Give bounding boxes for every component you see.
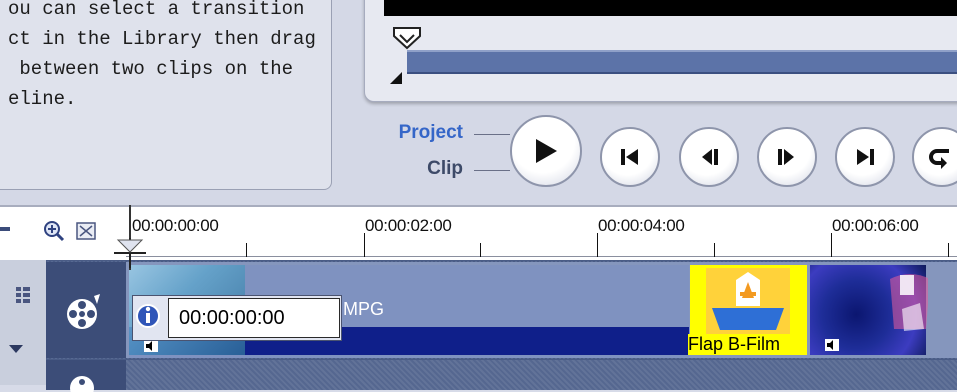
ruler-baseline [126,256,957,257]
tick-label-1: 00:00:02:00 [365,216,452,235]
help-text: ou can select a transition ct in the Lib… [8,0,316,110]
tick-minor [480,243,481,257]
project-mode-label[interactable]: Project [383,122,463,144]
audio-speaker-icon [144,340,158,352]
info-icon [136,304,160,328]
expand-arrow-icon[interactable] [8,343,24,355]
tick-label-2: 00:00:04:00 [598,216,685,235]
end-icon [857,149,874,165]
next-frame-button[interactable] [757,127,817,187]
play-icon [536,139,557,163]
tick-minor [948,243,949,257]
overlay-track[interactable] [126,360,957,390]
tick-major [597,233,598,257]
overlay-reel-icon [70,376,94,392]
overlay-track-header[interactable] [46,360,126,392]
zoom-out-icon[interactable] [0,227,10,231]
scrub-marker-icon[interactable] [392,26,422,50]
next-frame-icon [778,149,794,165]
clip-mode-line [474,170,510,171]
tick-label-3: 00:00:06:00 [832,216,919,235]
play-button[interactable] [510,115,582,187]
previous-frame-icon [702,149,718,165]
track-gap [928,265,957,358]
zoom-in-icon[interactable] [43,220,65,242]
tick-major [831,233,832,257]
home-button[interactable] [600,127,660,187]
home-icon [621,149,638,165]
tick-minor [246,243,247,257]
tick-label-0: 00:00:00:00 [132,216,219,235]
project-mode-line [474,134,510,135]
photo-audio-icon [825,339,839,351]
clip-mode-label[interactable]: Clip [383,158,463,180]
end-button[interactable] [835,127,895,187]
preview-screen [384,0,957,16]
scrubber-track[interactable] [407,50,957,74]
repeat-icon [929,149,949,169]
previous-frame-button[interactable] [679,127,739,187]
trim-marker-icon[interactable] [388,70,404,86]
transition-name: Flap B-Film [688,334,806,355]
fit-to-window-icon[interactable] [76,222,96,240]
video-track-header[interactable] [46,262,127,358]
tick-major [364,233,365,257]
film-reel-icon [67,294,100,329]
storyboard-view-icon[interactable] [14,285,32,305]
flap-transition-icon [706,268,790,334]
video-clip-name: MPG [343,299,385,319]
playhead-cursor-icon[interactable] [114,238,146,268]
tooltip-time-value: 00:00:00:00 [168,298,340,338]
tick-minor [714,243,715,257]
